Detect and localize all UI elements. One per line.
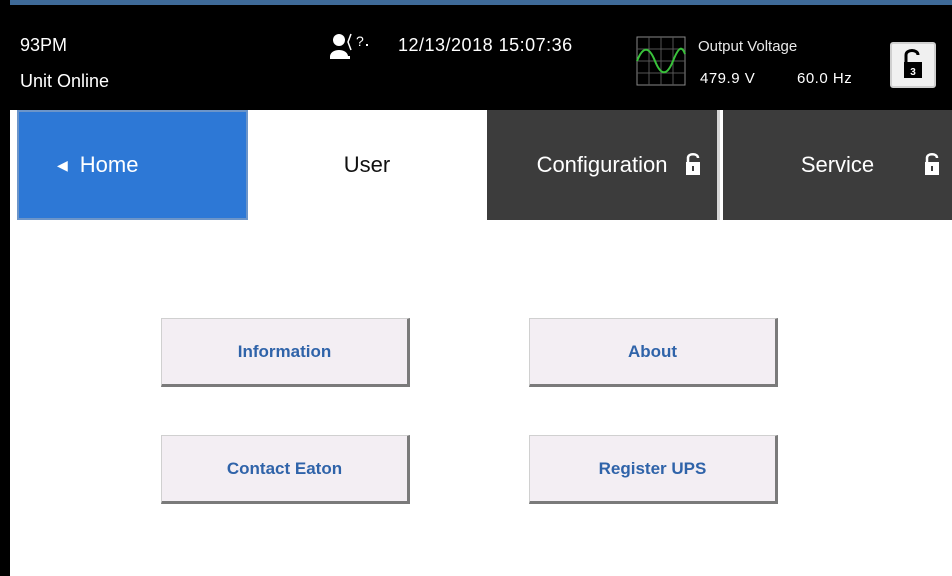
ups-display-screen: 93PM Unit Online ? 12/13/2018 15:07:36 O… [0, 0, 952, 576]
tab-home[interactable]: ◀ Home [17, 110, 248, 220]
about-button[interactable]: About [529, 318, 778, 387]
tab-user[interactable]: User [248, 110, 486, 220]
contact-eaton-button-label: Contact Eaton [226, 458, 343, 478]
contact-eaton-button[interactable]: Contact Eaton [161, 435, 410, 504]
access-lock-button[interactable]: 3 [890, 42, 936, 88]
left-arrow-icon: ◀ [57, 156, 68, 173]
tab-configuration[interactable]: Configuration [487, 110, 720, 220]
information-button-label: Information [237, 341, 332, 361]
unlocked-padlock-icon [685, 152, 701, 176]
output-frequency-value: 60.0 Hz [797, 70, 853, 87]
output-voltage-value: 479.9 V [700, 70, 756, 87]
tab-service-label: Service [800, 152, 875, 177]
ups-model-label: 93PM [20, 35, 68, 55]
output-voltage-label: Output Voltage [698, 38, 798, 55]
date-time-display: 12/13/2018 15:07:36 [398, 35, 573, 55]
tab-user-label: User [343, 152, 391, 177]
status-bar: 93PM Unit Online ? 12/13/2018 15:07:36 O… [10, 5, 952, 110]
sine-waveform-icon [636, 36, 686, 86]
information-button[interactable]: Information [161, 318, 410, 387]
tab-configuration-label: Configuration [536, 152, 668, 177]
tab-service[interactable]: Service [723, 110, 952, 220]
access-level-number: 3 [910, 67, 916, 78]
left-frame-edge [0, 0, 10, 576]
navigation-tab-bar: ◀ Home User Configuration Service [10, 110, 952, 222]
unit-status-text: Unit Online [20, 71, 110, 91]
tab-home-label: Home [79, 152, 139, 177]
svg-text:?: ? [356, 33, 364, 49]
unlocked-padlock-icon [924, 152, 940, 176]
register-ups-button-label: Register UPS [598, 458, 707, 478]
register-ups-button[interactable]: Register UPS [529, 435, 778, 504]
unlocked-padlock-icon: 3 [904, 49, 922, 78]
operator-help-icon[interactable]: ? [326, 30, 378, 62]
about-button-label: About [627, 341, 678, 361]
